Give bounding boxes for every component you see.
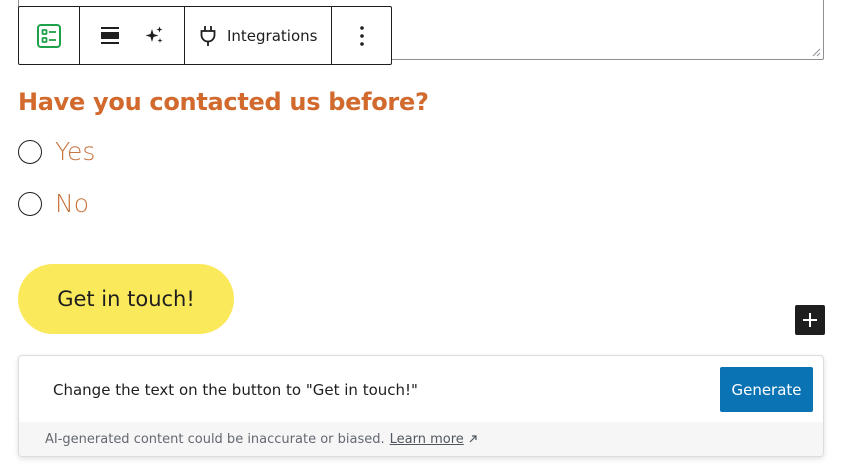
radio-label: No bbox=[55, 189, 89, 218]
radio-label: Yes bbox=[55, 137, 96, 166]
align-icon bbox=[101, 26, 119, 44]
radio-question-heading: Have you contacted us before? bbox=[18, 88, 429, 116]
block-toolbar: Integrations bbox=[18, 6, 392, 65]
plus-icon bbox=[803, 313, 817, 327]
ai-disclaimer: AI-generated content could be inaccurate… bbox=[19, 422, 823, 456]
toolbar-group-options bbox=[332, 7, 392, 64]
form-block-button[interactable] bbox=[19, 7, 79, 64]
external-link-icon bbox=[468, 434, 478, 444]
ai-assistant-button[interactable] bbox=[132, 7, 176, 64]
more-options-button[interactable] bbox=[332, 7, 392, 64]
learn-more-link[interactable]: Learn more bbox=[390, 432, 464, 447]
radio-option-yes[interactable]: Yes bbox=[18, 137, 95, 166]
integrations-label: Integrations bbox=[227, 26, 318, 45]
generate-button[interactable]: Generate bbox=[720, 367, 813, 412]
integrations-button[interactable]: Integrations bbox=[185, 7, 331, 64]
disclaimer-text: AI-generated content could be inaccurate… bbox=[45, 431, 385, 447]
editor-canvas: Integrations Have you contacted us befor… bbox=[0, 0, 856, 473]
form-icon bbox=[37, 23, 61, 48]
radio-button[interactable] bbox=[18, 139, 42, 164]
toolbar-group-integrations: Integrations bbox=[185, 7, 333, 64]
toolbar-group-block-type bbox=[19, 7, 80, 64]
radio-option-no[interactable]: No bbox=[18, 189, 89, 218]
add-block-button[interactable] bbox=[795, 305, 825, 335]
align-button[interactable] bbox=[88, 7, 132, 64]
resize-handle-icon[interactable] bbox=[812, 48, 821, 57]
ai-prompt-input[interactable]: Change the text on the button to "Get in… bbox=[53, 381, 418, 399]
plug-icon bbox=[200, 25, 216, 46]
ai-prompt-panel: Change the text on the button to "Get in… bbox=[18, 355, 824, 457]
sparkles-icon bbox=[145, 26, 163, 43]
submit-button[interactable]: Get in touch! bbox=[18, 264, 234, 334]
more-vertical-icon bbox=[360, 25, 365, 46]
toolbar-group-tools bbox=[80, 7, 185, 64]
radio-button[interactable] bbox=[18, 191, 42, 216]
